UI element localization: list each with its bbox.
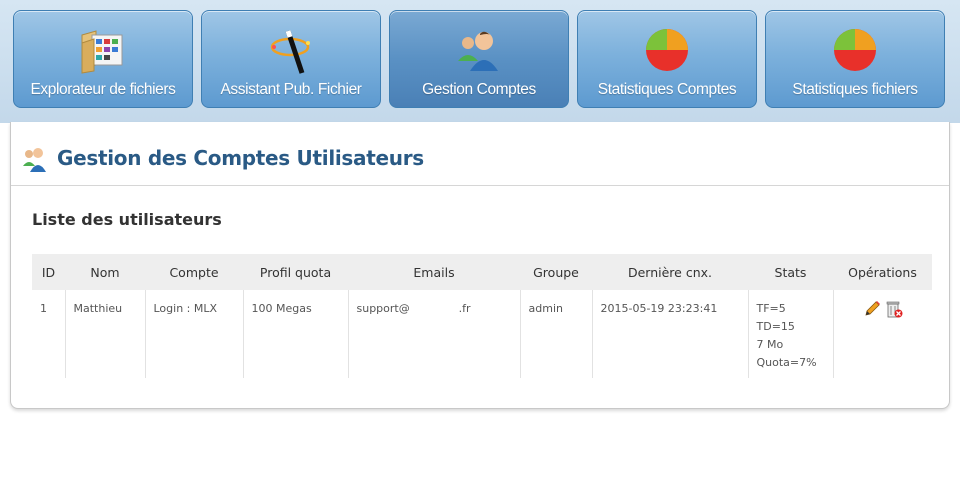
users-icon (23, 148, 46, 172)
cell-stats: TF=5 TD=15 7 Mo Quota=7% (747, 290, 833, 378)
tab-label: Gestion Comptes (422, 81, 536, 98)
magic-wand-icon (270, 30, 310, 74)
top-navigation: Explorateur de fichiers Assistant Pub. F… (0, 0, 960, 123)
panel-header: Gestion des Comptes Utilisateurs (11, 122, 949, 186)
tab-statistiques-fichiers[interactable]: Statistiques fichiers (765, 10, 945, 108)
cell-quota: 100 Megas (242, 290, 348, 378)
delete-icon[interactable] (885, 300, 903, 318)
column-header-operations: Opérations (833, 254, 932, 290)
column-header-stats[interactable]: Stats (748, 254, 833, 290)
cell-groupe: admin (519, 290, 592, 378)
cell-operations (832, 290, 932, 378)
tab-statistiques-comptes[interactable]: Statistiques Comptes (577, 10, 757, 108)
cell-id: 1 (40, 302, 47, 315)
column-header-profil-quota[interactable]: Profil quota (243, 254, 348, 290)
cell-email: support@ .fr (347, 290, 520, 378)
column-header-emails[interactable]: Emails (348, 254, 520, 290)
pie-chart-icon (834, 29, 876, 71)
pie-chart-icon (646, 29, 688, 71)
stat-td: TD=15 (756, 320, 795, 333)
stat-tf: TF=5 (756, 302, 786, 315)
column-header-compte[interactable]: Compte (145, 254, 243, 290)
users-icon (458, 31, 498, 71)
column-header-nom[interactable]: Nom (65, 254, 145, 290)
tab-label: Explorateur de fichiers (30, 81, 176, 98)
section-title: Liste des utilisateurs (32, 210, 222, 229)
stat-quota: Quota=7% (756, 356, 817, 369)
folder-icon (81, 30, 123, 74)
edit-icon[interactable] (863, 300, 881, 318)
users-table: ID Nom Compte Profil quota Emails Groupe… (32, 254, 932, 378)
column-header-derniere-cnx[interactable]: Dernière cnx. (592, 254, 748, 290)
stat-size: 7 Mo (756, 338, 784, 351)
tab-label: Assistant Pub. Fichier (220, 81, 362, 98)
main-panel: Gestion des Comptes Utilisateurs Liste d… (10, 122, 950, 409)
tab-label: Statistiques Comptes (597, 81, 737, 98)
cell-nom: Matthieu (64, 290, 145, 378)
table-row: 1 Matthieu Login : MLX 100 Megas support… (32, 290, 932, 378)
tab-label: Statistiques fichiers (792, 81, 918, 98)
tab-assistant-pub-fichier[interactable]: Assistant Pub. Fichier (201, 10, 381, 108)
page-title: Gestion des Comptes Utilisateurs (57, 146, 424, 170)
tab-explorateur-fichiers[interactable]: Explorateur de fichiers (13, 10, 193, 108)
table-header-row: ID Nom Compte Profil quota Emails Groupe… (32, 254, 932, 290)
column-header-groupe[interactable]: Groupe (520, 254, 592, 290)
cell-compte: Login : MLX (144, 290, 243, 378)
column-header-id[interactable]: ID (32, 254, 65, 290)
cell-derniere-cnx: 2015-05-19 23:23:41 (591, 290, 748, 378)
tab-gestion-comptes[interactable]: Gestion Comptes (389, 10, 569, 108)
